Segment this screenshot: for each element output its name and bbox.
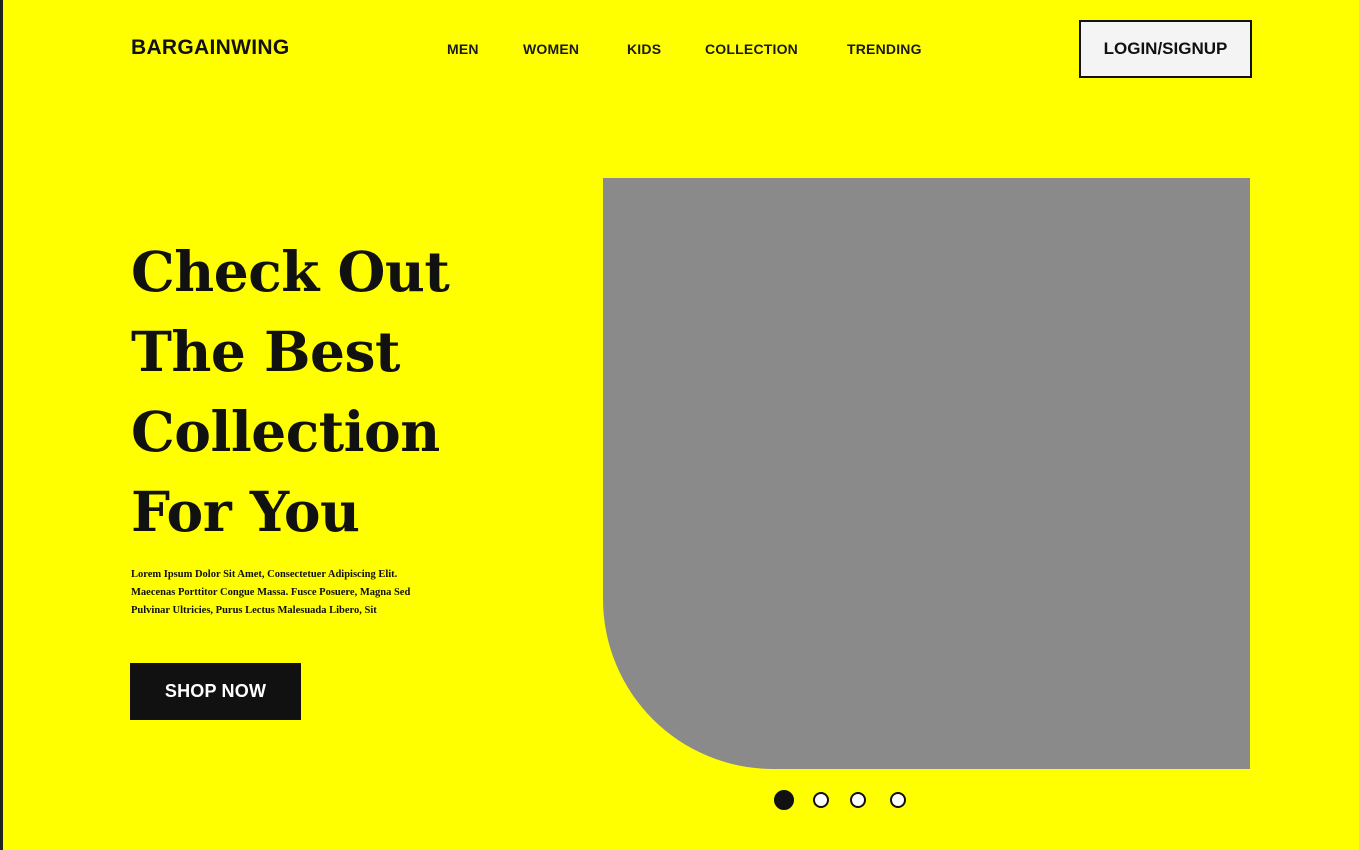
hero-description: Lorem Ipsum Dolor Sit Amet, Consectetuer… (131, 569, 411, 616)
hero-title: Check Out The Best Collection For You (131, 232, 491, 552)
hero-title-line: The Best (131, 319, 400, 384)
left-edge-divider (0, 0, 3, 850)
carousel-dot-3[interactable] (850, 792, 866, 808)
hero-title-line: For You (131, 479, 360, 544)
hero-image-placeholder (603, 178, 1250, 769)
login-signup-button[interactable]: LOGIN/SIGNUP (1079, 20, 1252, 78)
nav-item-women[interactable]: WOMEN (523, 41, 579, 57)
nav-item-men[interactable]: MEN (447, 41, 479, 57)
nav-item-trending[interactable]: TRENDING (847, 41, 922, 57)
hero-title-line: Collection (131, 399, 440, 464)
nav-item-kids[interactable]: KIDS (627, 41, 661, 57)
brand-logo[interactable]: BARGAINWING (131, 36, 289, 60)
nav-item-collection[interactable]: COLLECTION (705, 41, 798, 57)
carousel-dot-1[interactable] (774, 790, 794, 810)
hero-title-line: Check Out (131, 239, 450, 304)
shop-now-button[interactable]: SHOP NOW (130, 663, 301, 720)
carousel-dot-4[interactable] (890, 792, 906, 808)
carousel-dot-2[interactable] (813, 792, 829, 808)
